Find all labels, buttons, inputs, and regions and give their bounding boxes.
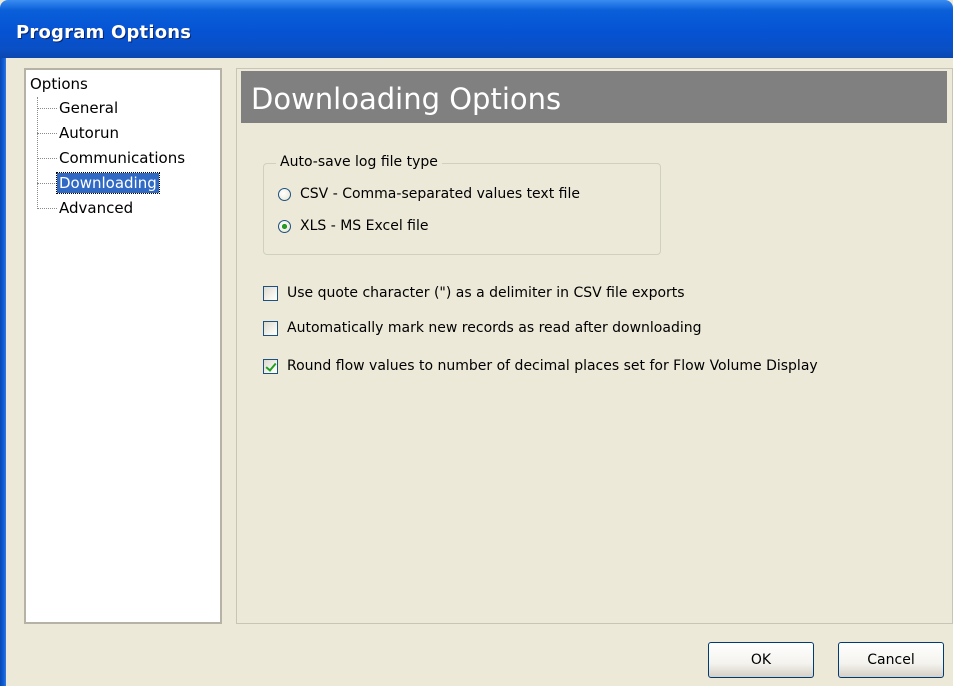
checkbox-quote-delimiter[interactable]: Use quote character (") as a delimiter i…: [263, 285, 685, 301]
checkbox[interactable]: [263, 285, 278, 301]
cancel-button[interactable]: Cancel: [838, 642, 944, 678]
checkbox[interactable]: [263, 358, 278, 374]
radio-button[interactable]: [278, 219, 291, 233]
options-tree[interactable]: Options General Autorun Communications D…: [24, 68, 222, 624]
program-options-dialog: Program Options Options General Autorun …: [0, 0, 953, 686]
section-header: Downloading Options: [241, 71, 947, 123]
radio-label: XLS - MS Excel file: [300, 218, 429, 234]
ok-button[interactable]: OK: [708, 642, 814, 678]
tree-item-downloading[interactable]: Downloading: [37, 172, 160, 194]
options-content-pane: Downloading Options Auto-save log file t…: [236, 68, 953, 624]
checkbox[interactable]: [263, 320, 278, 336]
radio-csv[interactable]: CSV - Comma-separated values text file: [278, 186, 580, 202]
tree-item-autorun[interactable]: Autorun: [37, 122, 121, 144]
checkbox-round-flow[interactable]: Round flow values to number of decimal p…: [263, 358, 818, 374]
checkbox-mark-read[interactable]: Automatically mark new records as read a…: [263, 320, 702, 336]
tree-item-label: Autorun: [59, 124, 120, 142]
checkbox-label: Use quote character (") as a delimiter i…: [287, 285, 685, 301]
tree-item-general[interactable]: General: [37, 97, 120, 119]
tree-item-communications[interactable]: Communications: [37, 147, 187, 169]
section-title: Downloading Options: [251, 82, 562, 116]
window-title: Program Options: [16, 22, 192, 43]
checkbox-label: Automatically mark new records as read a…: [287, 320, 702, 336]
tree-item-label: Downloading: [56, 172, 160, 194]
radio-label: CSV - Comma-separated values text file: [300, 186, 580, 202]
window-frame-left: [0, 58, 6, 686]
title-bar[interactable]: Program Options: [0, 0, 953, 58]
tree-item-advanced[interactable]: Advanced: [37, 197, 135, 219]
tree-item-label: Advanced: [59, 199, 134, 217]
tree-root-options[interactable]: Options: [30, 75, 88, 93]
tree-item-label: General: [59, 99, 119, 117]
autosave-filetype-group: Auto-save log file type CSV - Comma-sepa…: [263, 154, 661, 255]
tree-item-label: Communications: [59, 149, 186, 167]
radio-button[interactable]: [278, 187, 291, 201]
checkbox-label: Round flow values to number of decimal p…: [287, 358, 818, 374]
radio-xls[interactable]: XLS - MS Excel file: [278, 218, 429, 234]
group-legend: Auto-save log file type: [276, 154, 442, 170]
